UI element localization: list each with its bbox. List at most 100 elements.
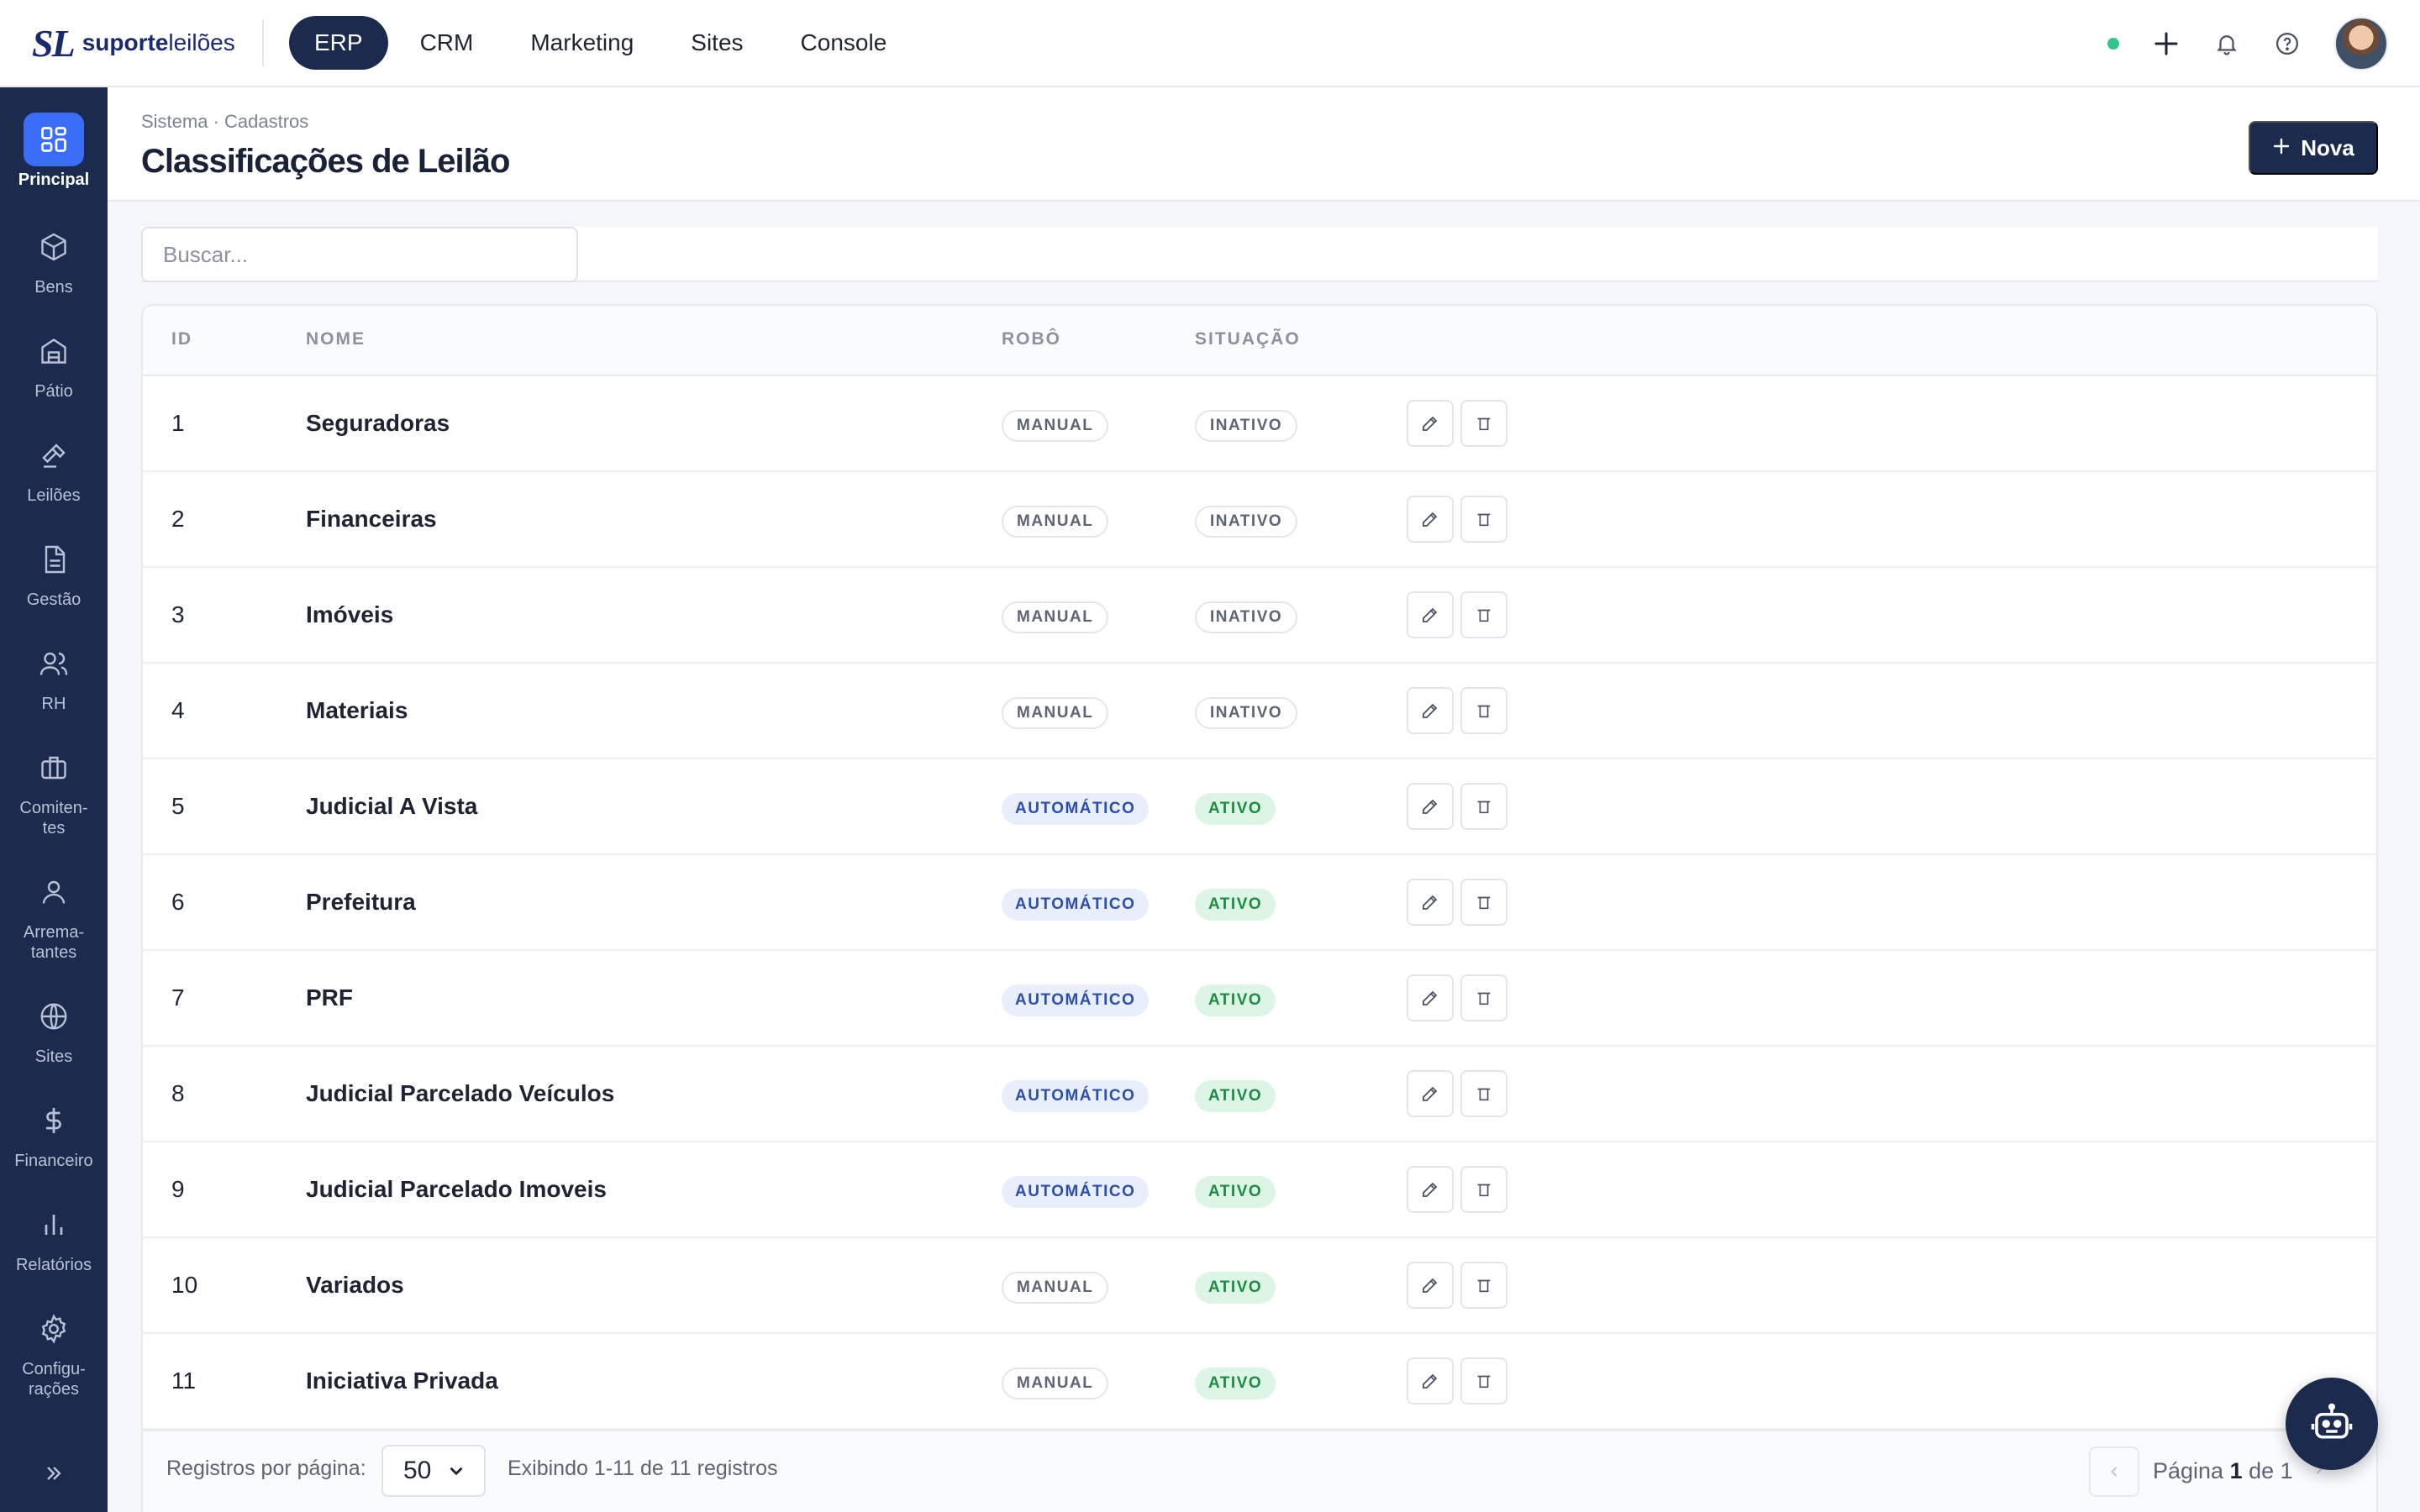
sidebar-item-configuracoes[interactable]: Configu- rações	[0, 1302, 108, 1399]
sidebar-expand-icon[interactable]	[0, 1462, 108, 1492]
delete-button[interactable]	[1460, 783, 1507, 830]
trash-icon	[1475, 414, 1493, 433]
sidebar-item-label: Principal	[18, 171, 90, 189]
table-header: ID NOME ROBÔ SITUAÇÃO	[143, 306, 2376, 376]
search-input[interactable]	[141, 227, 578, 282]
delete-button[interactable]	[1460, 879, 1507, 926]
edit-button[interactable]	[1407, 1070, 1454, 1117]
row-id: 4	[171, 697, 185, 723]
sidebar-item-relatorios[interactable]: Relatórios	[0, 1198, 108, 1275]
row-id: 1	[171, 410, 185, 436]
edit-button[interactable]	[1407, 1262, 1454, 1309]
nav-sites[interactable]: Sites	[666, 16, 768, 70]
table-row[interactable]: 5 Judicial A Vista AUTOMÁTICO ATIVO	[143, 759, 2376, 855]
breadcrumb: Sistema · Cadastros	[141, 111, 309, 132]
edit-icon	[1420, 892, 1440, 912]
edit-icon	[1420, 988, 1440, 1008]
status-badge: INATIVO	[1195, 697, 1298, 729]
column-header-id[interactable]: ID	[171, 329, 192, 349]
delete-button[interactable]	[1460, 1166, 1507, 1213]
row-id: 7	[171, 984, 185, 1011]
edit-button[interactable]	[1407, 400, 1454, 447]
column-header-name[interactable]: NOME	[306, 329, 366, 349]
nav-crm[interactable]: CRM	[395, 16, 499, 70]
column-header-status[interactable]: SITUAÇÃO	[1195, 329, 1301, 349]
edit-button[interactable]	[1407, 1166, 1454, 1213]
edit-button[interactable]	[1407, 974, 1454, 1021]
delete-button[interactable]	[1460, 687, 1507, 734]
sidebar-item-sites[interactable]: Sites	[0, 990, 108, 1067]
page-header: Sistema · Cadastros Classificações de Le…	[108, 87, 2420, 202]
status-badge: INATIVO	[1195, 506, 1298, 538]
edit-icon	[1420, 1275, 1440, 1295]
edit-button[interactable]	[1407, 591, 1454, 638]
table-row[interactable]: 8 Judicial Parcelado Veículos AUTOMÁTICO AT…	[143, 1047, 2376, 1142]
table-row[interactable]: 4 Materiais MANUAL INATIVO	[143, 664, 2376, 759]
per-page-select[interactable]: 50	[381, 1445, 486, 1497]
sidebar-item-comitentes[interactable]: Comiten- tes	[0, 741, 108, 838]
robot-badge: AUTOMÁTICO	[1002, 889, 1150, 921]
delete-button[interactable]	[1460, 400, 1507, 447]
edit-icon	[1420, 701, 1440, 721]
sidebar-item-leiloes[interactable]: Leilões	[0, 428, 108, 506]
delete-button[interactable]	[1460, 974, 1507, 1021]
plus-icon[interactable]	[2153, 30, 2180, 57]
row-id: 11	[171, 1368, 197, 1394]
sidebar-item-arrematantes[interactable]: Arrema- tantes	[0, 865, 108, 963]
bell-icon[interactable]	[2213, 30, 2240, 57]
box-icon	[24, 220, 84, 274]
delete-button[interactable]	[1460, 496, 1507, 543]
table-row[interactable]: 7 PRF AUTOMÁTICO ATIVO	[143, 951, 2376, 1047]
edit-button[interactable]	[1407, 783, 1454, 830]
delete-button[interactable]	[1460, 1262, 1507, 1309]
sidebar-item-rh[interactable]: RH	[0, 637, 108, 714]
table-row[interactable]: 6 Prefeitura AUTOMÁTICO ATIVO	[143, 855, 2376, 951]
sidebar-item-label: Financeiro	[14, 1152, 93, 1170]
user-avatar[interactable]	[2334, 17, 2388, 71]
new-button[interactable]: Nova	[2249, 121, 2378, 175]
edit-button[interactable]	[1407, 687, 1454, 734]
top-actions	[2107, 0, 2388, 87]
sidebar-item-label: Comiten- tes	[19, 799, 88, 837]
chatbot-button[interactable]	[2286, 1378, 2378, 1470]
sidebar-item-label: Leilões	[27, 486, 81, 505]
table-row[interactable]: 11 Iniciativa Privada MANUAL ATIVO	[143, 1334, 2376, 1430]
edit-icon	[1420, 796, 1440, 816]
sidebar-item-patio[interactable]: Pátio	[0, 324, 108, 402]
sidebar-item-label: Sites	[34, 1047, 73, 1066]
top-bar: SL suporteleilões ERP CRM Marketing Site…	[0, 0, 2420, 87]
delete-button[interactable]	[1460, 1070, 1507, 1117]
row-name: Judicial Parcelado Veículos	[306, 1080, 615, 1106]
warehouse-icon	[24, 324, 84, 378]
sidebar-item-principal[interactable]: Principal	[0, 113, 108, 190]
nav-marketing[interactable]: Marketing	[505, 16, 659, 70]
edit-button[interactable]	[1407, 1357, 1454, 1404]
brand-logo[interactable]: SL suporteleilões	[32, 21, 250, 66]
status-badge: ATIVO	[1195, 889, 1276, 921]
nav-console[interactable]: Console	[776, 16, 913, 70]
nav-erp[interactable]: ERP	[289, 16, 388, 70]
sidebar-item-bens[interactable]: Bens	[0, 220, 108, 297]
table-row[interactable]: 2 Financeiras MANUAL INATIVO	[143, 472, 2376, 568]
table-row[interactable]: 9 Judicial Parcelado Imoveis AUTOMÁTICO ATI…	[143, 1142, 2376, 1238]
sidebar-item-gestao[interactable]: Gestão	[0, 533, 108, 610]
table-row[interactable]: 3 Imóveis MANUAL INATIVO	[143, 568, 2376, 664]
column-header-robot[interactable]: ROBÔ	[1002, 329, 1061, 349]
help-icon[interactable]	[2274, 30, 2301, 57]
prev-page-button[interactable]	[2089, 1446, 2139, 1497]
edit-button[interactable]	[1407, 879, 1454, 926]
globe-icon	[24, 990, 84, 1043]
row-name: Seguradoras	[306, 410, 450, 436]
row-id: 5	[171, 793, 185, 819]
row-name: Financeiras	[306, 506, 437, 532]
classifications-table: ID NOME ROBÔ SITUAÇÃO 1 Seguradoras MANUAL…	[141, 304, 2378, 1512]
per-page-value: 50	[403, 1457, 432, 1484]
brand-mark: SL	[32, 21, 76, 65]
delete-button[interactable]	[1460, 1357, 1507, 1404]
table-row[interactable]: 10 Variados MANUAL ATIVO	[143, 1238, 2376, 1334]
row-name: Iniciativa Privada	[306, 1368, 498, 1394]
sidebar-item-financeiro[interactable]: Financeiro	[0, 1094, 108, 1171]
delete-button[interactable]	[1460, 591, 1507, 638]
edit-button[interactable]	[1407, 496, 1454, 543]
table-row[interactable]: 1 Seguradoras MANUAL INATIVO	[143, 376, 2376, 472]
